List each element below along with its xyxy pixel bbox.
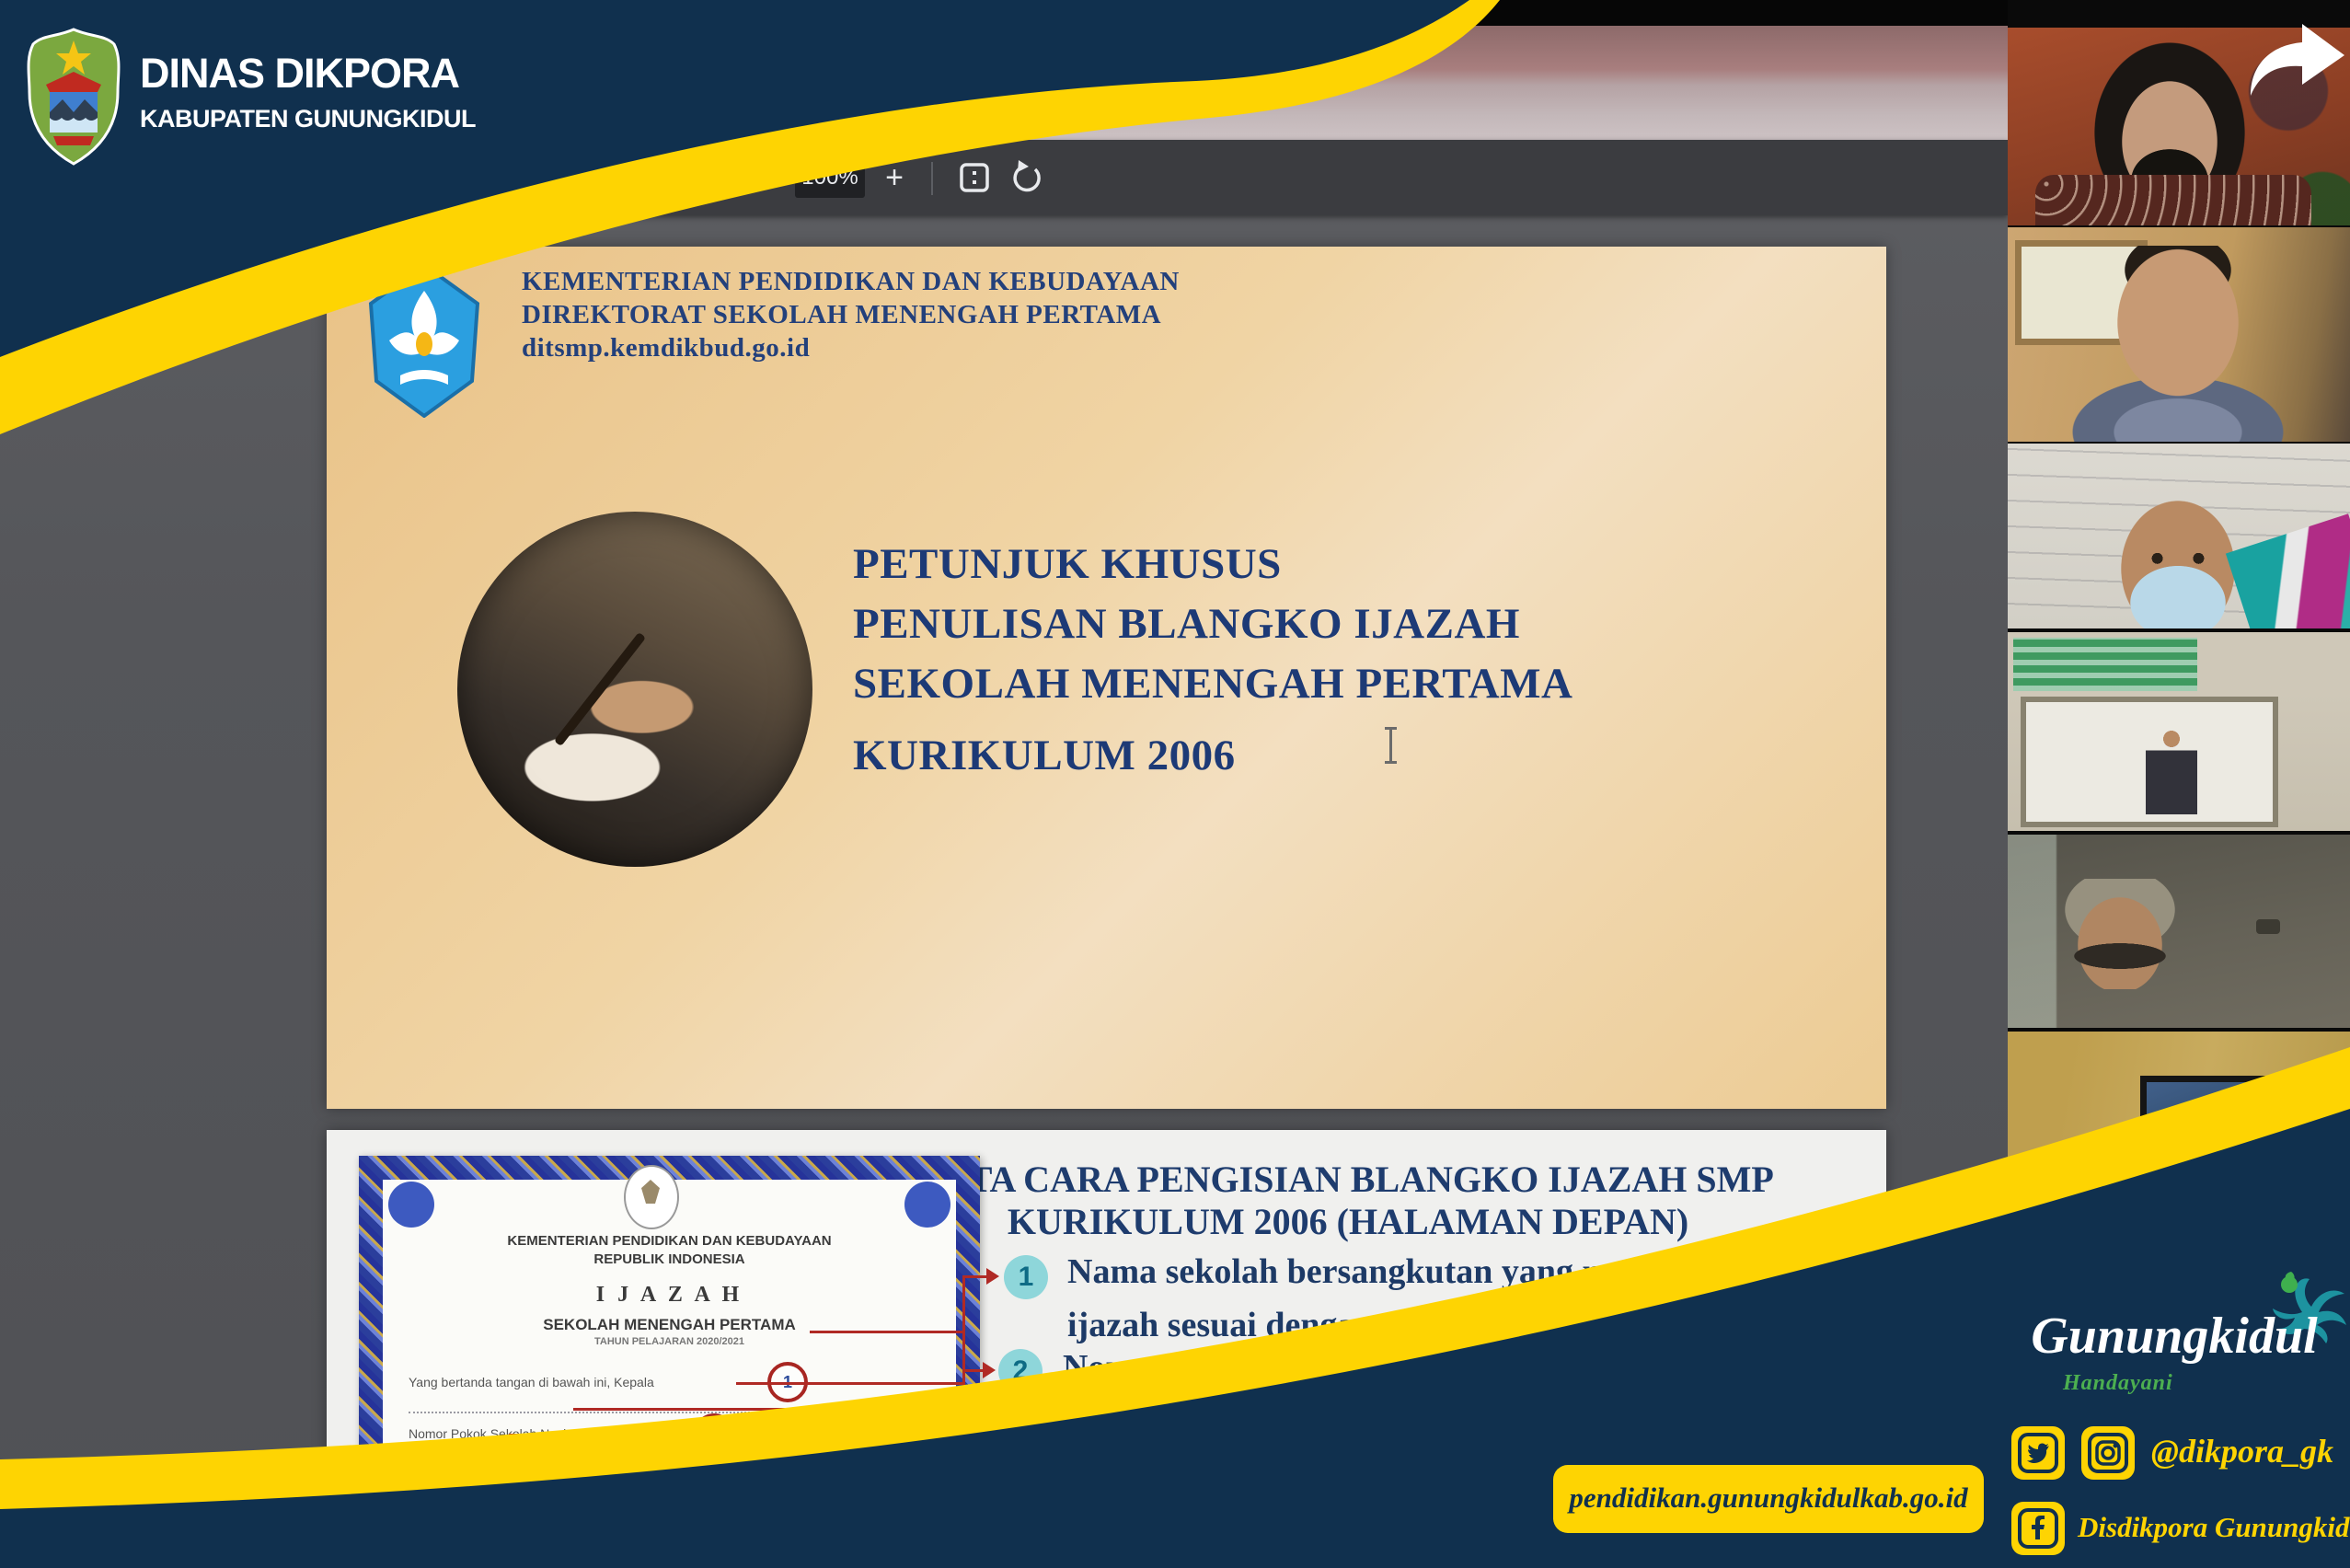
callout-arrow bbox=[983, 1362, 996, 1378]
garuda-emblem bbox=[624, 1165, 679, 1229]
certificate-title: I J A Z A H bbox=[383, 1283, 956, 1308]
callout-line bbox=[810, 1331, 962, 1333]
pdf-toolbar: 12 / 55 − 100% + bbox=[0, 140, 2008, 215]
slide1-title-line1: PETUNJUK KHUSUS bbox=[853, 539, 1282, 589]
tut-wuri-handayani-logo bbox=[363, 263, 485, 418]
slide1-title-line3: SEKOLAH MENENGAH PERTAMA bbox=[853, 659, 1572, 709]
slide1-title-line2: PENULISAN BLANGKO IJAZAH bbox=[853, 599, 1520, 649]
certificate-blank-line bbox=[409, 1412, 882, 1413]
slide1-ministry-line3: ditsmp.kemdikbud.go.id bbox=[522, 333, 810, 363]
item-3-line2: mencoret) bbox=[1066, 1465, 1216, 1505]
fit-page-icon[interactable] bbox=[957, 160, 992, 195]
participant-video-5[interactable] bbox=[2008, 835, 2350, 1028]
page-number-input[interactable]: 12 bbox=[618, 157, 662, 198]
certificate-row-label: Yang bertanda tangan di bawah ini, Kepal… bbox=[409, 1375, 654, 1389]
callout-line bbox=[962, 1369, 983, 1372]
certificate-row-label: Provinsi bbox=[409, 1478, 455, 1493]
slide-page-12: KEMENTERIAN PENDIDIKAN DAN KEBUDAYAAN DI… bbox=[327, 247, 1886, 1109]
slide2-title-line2: KURIKULUM 2006 (HALAMAN DEPAN) bbox=[842, 1200, 1854, 1243]
org-name: DINAS DIKPORA bbox=[140, 50, 459, 98]
participant-6-yellow-room bbox=[2008, 1032, 2350, 1236]
zoom-out-button[interactable]: − bbox=[742, 157, 782, 198]
item-1-line1: Nama sekolah bersangkutan yang menerbitk… bbox=[1067, 1251, 1775, 1292]
ijazah-certificate-preview: KEMENTERIAN PENDIDIKAN DAN KEBUDAYAAN RE… bbox=[359, 1156, 980, 1568]
item-2-line1: Nomor Pokok Sekolah Nasional (NPSN) bbox=[1063, 1347, 1661, 1388]
slide2-title-line1: TATA CARA PENGISIAN BLANGKO IJAZAH SMP bbox=[842, 1158, 1854, 1201]
certificate-corner-ornament bbox=[388, 1182, 434, 1228]
slide1-ministry-line1: KEMENTERIAN PENDIDIKAN DAN KEBUDAYAAN bbox=[522, 267, 1180, 297]
handayani-tagline: Handayani bbox=[2063, 1371, 2173, 1396]
text-cursor bbox=[1389, 727, 1392, 764]
participant-3-masked-man-whiteboard bbox=[2008, 444, 2350, 628]
participant-video-2[interactable] bbox=[2008, 227, 2350, 442]
participant-5-glasses-man bbox=[2008, 835, 2350, 1028]
zoom-level-input[interactable]: 100% bbox=[795, 157, 865, 198]
gunungkidul-crest bbox=[26, 28, 121, 166]
participant-video-4[interactable] bbox=[2008, 632, 2350, 831]
page-separator: / bbox=[670, 157, 676, 198]
facebook-icon[interactable] bbox=[2011, 1502, 2065, 1555]
certificate-header1: KEMENTERIAN PENDIDIKAN DAN KEBUDAYAAN bbox=[383, 1233, 956, 1249]
rotate-icon[interactable] bbox=[1010, 160, 1045, 195]
item-3-line1: Nama nomenklatur kabupaten/kota*) ( bbox=[1066, 1412, 1651, 1452]
window-top-bar bbox=[0, 0, 2350, 26]
item-1-line2: ijazah sesuai dengan nomenklatur. bbox=[1067, 1305, 1583, 1345]
facebook-name: Disdikpora Gunungkidul bbox=[2078, 1511, 2350, 1544]
toolbar-divider bbox=[931, 162, 933, 195]
participant-video-3[interactable] bbox=[2008, 444, 2350, 628]
page-total: 55 bbox=[688, 157, 715, 198]
gunungkidul-wordmark: Gunungkidul bbox=[2022, 1307, 2326, 1366]
callout-line bbox=[962, 1275, 965, 1459]
pen-shape bbox=[554, 632, 646, 746]
org-subtitle: KABUPATEN GUNUNGKIDUL bbox=[140, 105, 476, 133]
certificate-year: TAHUN PELAJARAN 2020/2021 bbox=[383, 1336, 956, 1347]
screenshot-root: 12 / 55 − 100% + bbox=[0, 0, 2350, 1568]
item-1-bullet: 1 bbox=[1004, 1255, 1048, 1299]
callout-line bbox=[736, 1382, 962, 1385]
org-branding: DINAS DIKPORA KABUPATEN GUNUNGKIDUL bbox=[26, 28, 121, 170]
share-icon[interactable] bbox=[2245, 22, 2348, 99]
callout-line bbox=[509, 1434, 962, 1436]
callout-line bbox=[962, 1437, 985, 1440]
callout-line bbox=[962, 1275, 988, 1278]
item-3-bullet: 3 bbox=[1001, 1417, 1045, 1461]
zoom-in-button[interactable]: + bbox=[874, 157, 915, 198]
certificate-row-num: 4 bbox=[464, 1465, 504, 1505]
certificate-row-note: menerangkan bahwa bbox=[778, 1478, 906, 1493]
callout-arrow bbox=[985, 1430, 998, 1447]
certificate-corner-ornament bbox=[904, 1182, 950, 1228]
certificate-header2: REPUBLIK INDONESIA bbox=[383, 1251, 956, 1267]
slide1-title-line4: KURIKULUM 2006 bbox=[853, 731, 1236, 780]
participant-video-6[interactable] bbox=[2008, 1032, 2350, 1236]
twitter-instagram-handle: @dikpora_gk bbox=[2151, 1432, 2333, 1470]
certificate-row-num: 3 bbox=[528, 1439, 569, 1480]
toolbar-divider bbox=[736, 162, 738, 195]
callout-line bbox=[573, 1408, 962, 1411]
writing-hand-photo bbox=[457, 512, 812, 867]
participant-2-batik-man bbox=[2008, 227, 2350, 442]
slide1-ministry-line2: DIREKTORAT SEKOLAH MENENGAH PERTAMA bbox=[522, 300, 1161, 330]
classroom-banner bbox=[2013, 638, 2197, 691]
website-banner: pendidikan.gunungkidulkab.go.id bbox=[1553, 1465, 1984, 1533]
item-2-bullet: 2 bbox=[998, 1349, 1043, 1393]
twitter-icon[interactable] bbox=[2011, 1426, 2065, 1480]
instagram-icon[interactable] bbox=[2081, 1426, 2135, 1480]
callout-arrow bbox=[986, 1268, 999, 1285]
